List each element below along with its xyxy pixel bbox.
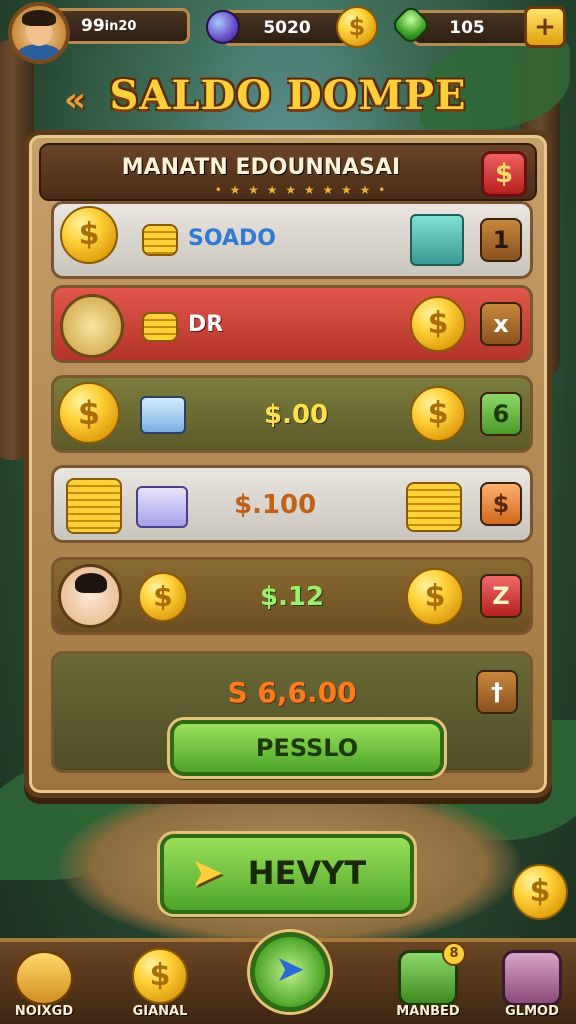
top-hud: 99 in20 5020 $ 105 +	[0, 0, 576, 64]
nav-label: MANBED	[396, 1004, 460, 1019]
coins-count: 5020	[263, 18, 311, 38]
next-button[interactable]: ➤ HEVYT	[160, 834, 414, 914]
panel-header: MANATN EDOUNNASAI • ★ ★ ★ ★ ★ ★ ★ ★ • $	[39, 143, 537, 201]
character-avatar-icon	[58, 564, 122, 628]
coin-icon: $	[58, 382, 120, 444]
coin-icon: $	[410, 296, 466, 352]
coin-icon: $	[512, 864, 568, 920]
row-label: DR	[188, 312, 224, 337]
row-action-button[interactable]: $	[480, 482, 522, 526]
row-label: SOADO	[188, 226, 276, 251]
chest-icon	[410, 214, 464, 266]
coin-icon: $	[138, 572, 188, 622]
coin-icon: $	[406, 568, 464, 626]
wallet-panel: MANATN EDOUNNASAI • ★ ★ ★ ★ ★ ★ ★ ★ • $ …	[24, 130, 552, 798]
row-label: $.100	[234, 490, 317, 520]
chest-icon	[140, 396, 186, 434]
row-action-button[interactable]: 1	[480, 218, 522, 262]
coin-icon: $	[410, 386, 466, 442]
nav-label: GLMOD	[505, 1004, 559, 1019]
energy-orb-icon	[206, 10, 240, 44]
play-icon: ➤	[250, 932, 330, 1012]
coin-stack-icon	[142, 312, 178, 342]
tools-icon	[502, 950, 562, 1006]
notification-badge: 8	[442, 942, 466, 966]
coin-stack-icon	[66, 478, 122, 534]
crate-icon	[14, 950, 74, 1006]
chest-icon	[136, 486, 188, 528]
row-action-button[interactable]: x	[480, 302, 522, 346]
wallet-row[interactable]: DR $ x	[51, 285, 533, 363]
page-title: SALDO DOMPE	[109, 72, 467, 119]
player-avatar[interactable]	[8, 2, 70, 64]
coin-icon: $	[336, 6, 378, 48]
next-button-label: HEVYT	[247, 854, 367, 892]
wallet-row[interactable]: $ $.00 $ 6	[51, 375, 533, 453]
wallet-row[interactable]: $.100 $	[51, 465, 533, 543]
row-label: $.12	[260, 582, 325, 612]
nav-item[interactable]: GLMOD	[492, 946, 572, 1024]
gems-bar: 105	[412, 10, 542, 46]
nav-item[interactable]: NOIXGD	[4, 946, 84, 1024]
wallet-row[interactable]: $ $.12 $ Z	[51, 557, 533, 635]
player-level-bar: 99 in20	[52, 8, 190, 44]
nav-item-home[interactable]: ➤	[248, 932, 330, 1012]
nav-item[interactable]: 8 MANBED	[388, 942, 468, 1024]
gems-count: 105	[449, 18, 485, 38]
coin-icon: $	[60, 206, 118, 264]
add-gems-button[interactable]: +	[524, 6, 566, 48]
row-action-button[interactable]: 6	[480, 392, 522, 436]
bottom-nav: NOIXGD $ GIANAL ➤ 8 MANBED GLMOD	[0, 932, 576, 1024]
coin-stack-icon	[142, 224, 178, 256]
star-divider: • ★ ★ ★ ★ ★ ★ ★ ★ •	[214, 183, 388, 197]
total-row: S 6,6.00 † PESSLO	[51, 651, 533, 776]
treasure-icon	[60, 294, 124, 358]
close-button[interactable]: $	[481, 151, 527, 197]
player-level-suffix: in20	[104, 18, 137, 34]
arrow-icon: ➤	[190, 850, 224, 896]
nav-label: GIANAL	[132, 1004, 188, 1019]
nav-item[interactable]: $ GIANAL	[120, 946, 200, 1024]
panel-title: MANATN EDOUNNASAI	[121, 155, 401, 180]
coin-icon: $	[132, 948, 188, 1004]
confirm-button[interactable]: PESSLO	[170, 720, 444, 776]
row-action-button[interactable]: Z	[480, 574, 522, 618]
total-amount: S 6,6.00	[227, 676, 357, 709]
row-label: $.00	[264, 400, 329, 430]
wallet-row[interactable]: $ SOADO 1	[51, 201, 533, 279]
nav-label: NOIXGD	[14, 1004, 74, 1019]
coin-stack-icon	[406, 482, 462, 532]
total-action-button[interactable]: †	[476, 670, 518, 714]
player-level: 99	[81, 16, 105, 36]
